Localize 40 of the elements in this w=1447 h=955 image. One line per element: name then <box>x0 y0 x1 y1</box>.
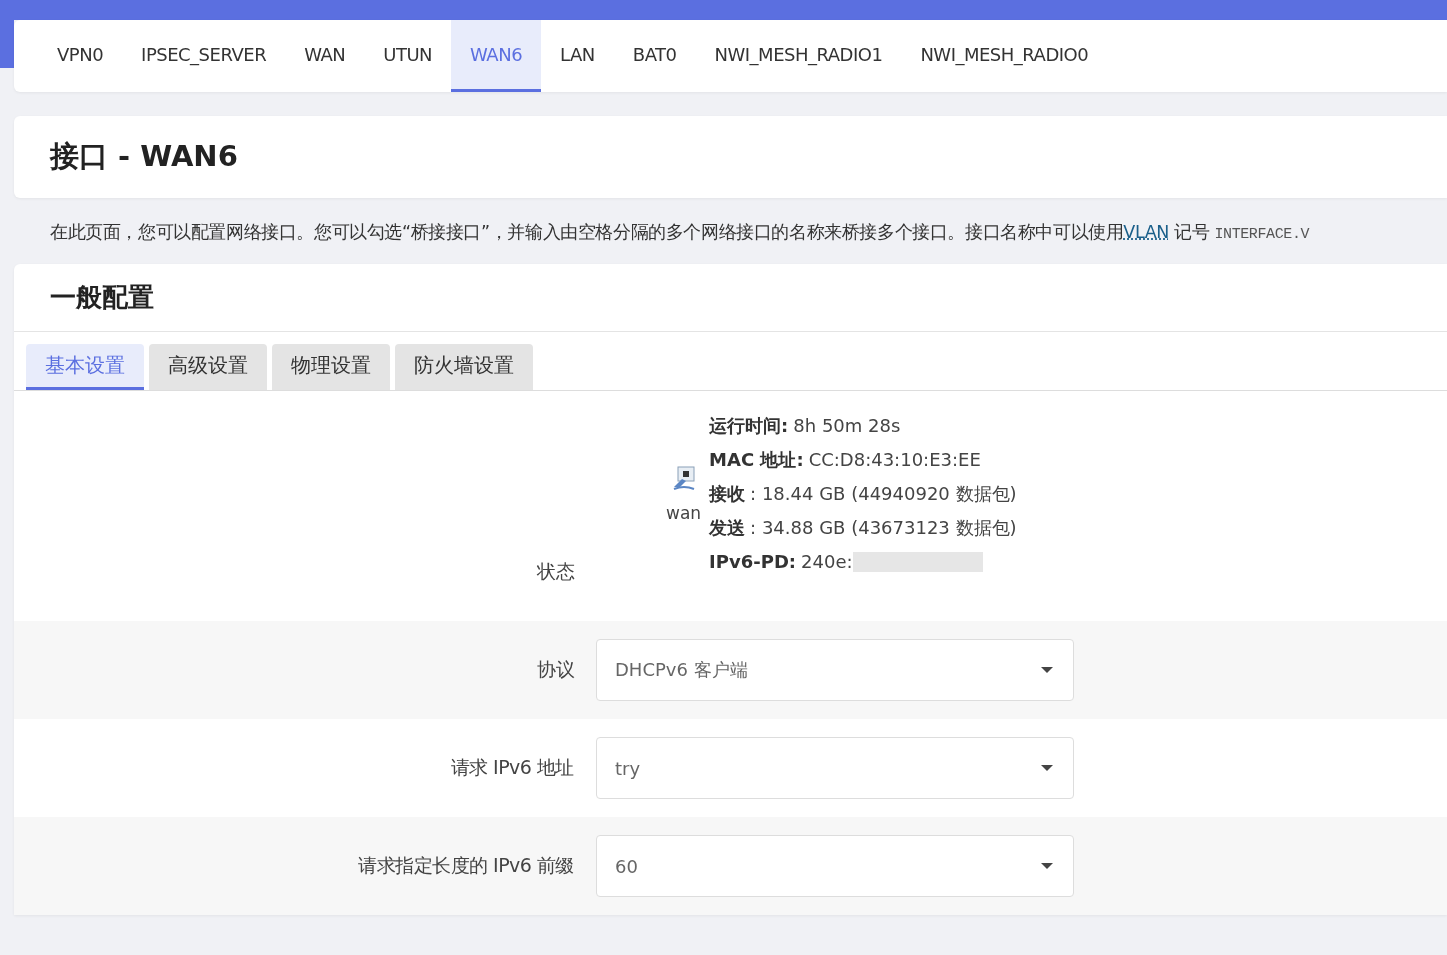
status-value: 240e: <box>801 550 853 574</box>
status-key: 接收 <box>709 477 746 511</box>
interface-tab[interactable]: NWI_MESH_RADIO1 <box>695 20 902 92</box>
status-key: 发送 <box>709 511 746 545</box>
status-key: MAC 地址: <box>709 443 804 477</box>
interface-tab[interactable]: LAN <box>541 20 614 92</box>
select-field[interactable]: DHCPv6 客户端 <box>596 639 1074 701</box>
section-title: 一般配置 <box>14 264 1447 332</box>
caret-icon <box>1041 765 1053 771</box>
vlan-link[interactable]: VLAN <box>1123 222 1169 242</box>
select-field[interactable]: 60 <box>596 835 1074 897</box>
select-field[interactable]: try <box>596 737 1074 799</box>
settings-tab[interactable]: 基本设置 <box>26 344 144 390</box>
interface-tab[interactable]: BAT0 <box>613 20 696 92</box>
caret-icon <box>1041 863 1053 869</box>
interface-tab[interactable]: NWI_MESH_RADIO0 <box>901 20 1108 92</box>
interface-tab[interactable]: VPN0 <box>38 20 123 92</box>
interface-tab[interactable]: IPSEC_SERVER <box>122 20 286 92</box>
status-value: 8h 50m 28s <box>793 414 901 438</box>
status-value: CC:D8:43:10:E3:EE <box>808 448 981 472</box>
caret-icon <box>1041 667 1053 673</box>
network-port-icon <box>671 465 696 491</box>
settings-tab[interactable]: 物理设置 <box>272 344 390 390</box>
settings-tab[interactable]: 防火墙设置 <box>395 344 533 390</box>
device-name: wan <box>666 503 702 523</box>
field-label: 请求 IPv6 地址 <box>449 755 575 780</box>
settings-tab[interactable]: 高级设置 <box>149 344 267 390</box>
field-label: 请求指定长度的 IPv6 前缀 <box>357 853 575 878</box>
field-label: 状态 <box>536 559 576 584</box>
page-title: 接口 - WAN6 <box>50 138 238 175</box>
field-label: 协议 <box>536 657 575 682</box>
side-accent <box>0 20 14 68</box>
status-value: : 18.44 GB (44940920 数据包) <box>750 482 1017 506</box>
interface-tab[interactable]: WAN6 <box>451 20 542 92</box>
status-key: 运行时间: <box>709 409 789 443</box>
status-value: : 34.88 GB (43673123 数据包) <box>750 516 1017 540</box>
description-text: 在此页面，您可以配置网络接口。您可以勾选“桥接接口”，并输入由空格分隔的多个网络接口的名称来桥接多个接口。接口名称中可以使用VLAN 记号 INTERFACE.V <box>50 221 1311 244</box>
interface-tab[interactable]: WAN <box>285 20 365 92</box>
status-key: IPv6-PD: <box>709 545 797 579</box>
interface-tab[interactable]: UTUN <box>364 20 452 92</box>
